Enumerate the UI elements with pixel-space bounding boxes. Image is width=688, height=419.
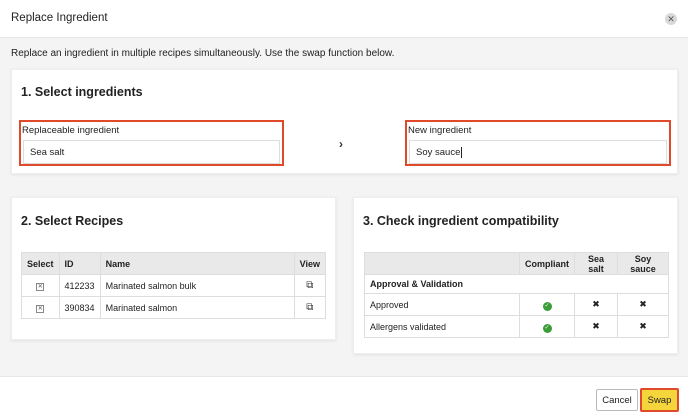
new-ingredient-field: New ingredient Soy sauce	[405, 120, 671, 166]
criterion-label: Approved	[364, 293, 520, 316]
checkbox-icon[interactable]: ✕	[36, 305, 45, 313]
column-header-id: ID	[58, 252, 101, 275]
column-header-select: Select	[21, 252, 60, 275]
check-circle-icon: ✓	[542, 323, 552, 333]
instructions-text: Replace an ingredient in multiple recipe…	[11, 48, 395, 59]
check-circle-icon: ✓	[542, 301, 552, 311]
swap-button[interactable]: Swap	[640, 388, 679, 412]
column-header-blank	[364, 252, 520, 275]
new-ingredient-value: Soy sauce	[416, 147, 461, 159]
cross-icon: ✖	[592, 299, 600, 309]
cross-icon: ✖	[639, 299, 647, 309]
recipe-id: 412233	[58, 274, 101, 297]
new-ingredient-input[interactable]: Soy sauce	[409, 140, 667, 164]
recipe-id: 390834	[58, 296, 101, 319]
table-row: Allergens validated ✓ ✖ ✖	[364, 315, 669, 338]
external-link-icon[interactable]: ⧉	[306, 302, 313, 313]
close-icon[interactable]: ✕	[665, 13, 677, 25]
compatibility-table: Compliant Sea salt Soy sauce Approval & …	[364, 252, 669, 338]
text-cursor	[461, 147, 463, 158]
table-header-row: Select ID Name View	[21, 252, 327, 275]
new-ingredient-label: New ingredient	[408, 125, 472, 136]
column-header-name: Name	[99, 252, 295, 275]
replaceable-ingredient-input[interactable]: Sea salt	[23, 140, 280, 164]
cross-icon: ✖	[639, 321, 647, 331]
compatibility-heading: 3. Check ingredient compatibility	[363, 214, 559, 228]
column-header-soy-sauce: Soy sauce	[617, 252, 669, 275]
chevron-right-icon: ›	[339, 137, 343, 151]
dialog-title: Replace Ingredient	[11, 12, 108, 24]
column-header-view: View	[293, 252, 327, 275]
dialog-header: Replace Ingredient ✕	[0, 0, 688, 38]
recipe-name: Marinated salmon bulk	[99, 274, 295, 297]
column-header-sea-salt: Sea salt	[574, 252, 618, 275]
group-label: Approval & Validation	[364, 274, 669, 294]
replaceable-ingredient-value: Sea salt	[30, 147, 65, 158]
select-ingredients-card: 1. Select ingredients Replaceable ingred…	[11, 69, 678, 174]
dialog-footer: Cancel Swap	[0, 376, 688, 419]
replaceable-ingredient-label: Replaceable ingredient	[22, 125, 120, 136]
group-row: Approval & Validation	[364, 274, 669, 294]
table-row: ✕ 412233 Marinated salmon bulk ⧉	[21, 274, 327, 297]
cross-icon: ✖	[592, 321, 600, 331]
replaceable-ingredient-field: Replaceable ingredient Sea salt	[19, 120, 284, 166]
table-row: Approved ✓ ✖ ✖	[364, 293, 669, 316]
select-recipes-card: 2. Select Recipes Select ID Name View ✕ …	[11, 197, 336, 340]
table-row: ✕ 390834 Marinated salmon ⧉	[21, 296, 327, 319]
external-link-icon[interactable]: ⧉	[306, 280, 313, 291]
column-header-compliant: Compliant	[519, 252, 575, 275]
recipes-table: Select ID Name View ✕ 412233 Marinated s…	[21, 252, 327, 319]
cancel-button[interactable]: Cancel	[596, 389, 638, 411]
checkbox-icon[interactable]: ✕	[36, 283, 45, 291]
select-ingredients-heading: 1. Select ingredients	[21, 85, 143, 99]
recipe-name: Marinated salmon	[99, 296, 295, 319]
criterion-label: Allergens validated	[364, 315, 520, 338]
table-header-row: Compliant Sea salt Soy sauce	[364, 252, 669, 275]
select-recipes-heading: 2. Select Recipes	[21, 214, 124, 228]
compatibility-card: 3. Check ingredient compatibility Compli…	[353, 197, 678, 354]
